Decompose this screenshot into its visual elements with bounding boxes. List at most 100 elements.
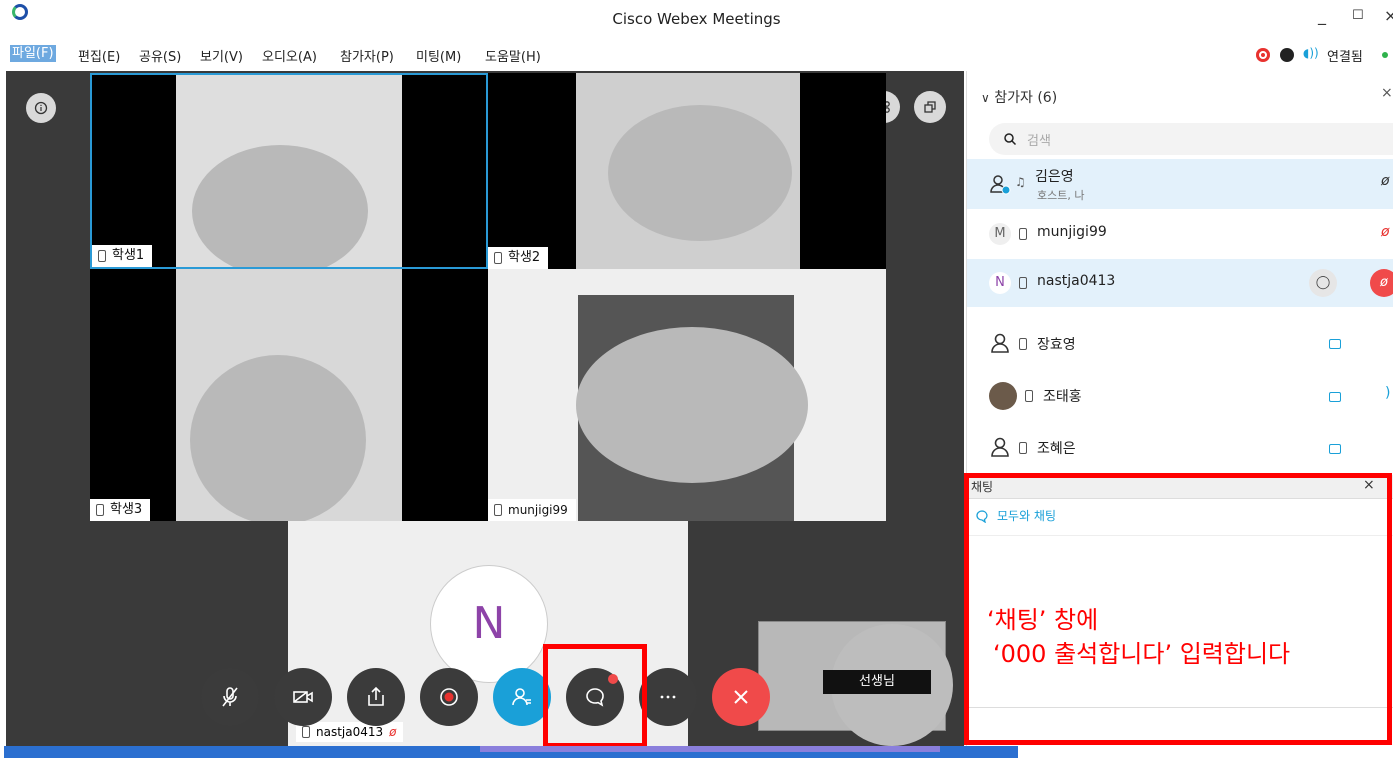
- leave-meeting-button[interactable]: [712, 668, 770, 726]
- mic-off-icon: [222, 687, 238, 707]
- phone-icon: [98, 250, 106, 262]
- participant-avatar: M: [989, 223, 1011, 245]
- camera-icon: [1329, 392, 1341, 402]
- participant-name: 학생1: [112, 248, 145, 263]
- video-button[interactable]: [274, 668, 332, 726]
- muted-mic-icon: ø: [389, 725, 397, 739]
- muted-mic-icon[interactable]: ø: [1370, 269, 1393, 297]
- participant-photo: [989, 382, 1017, 410]
- participants-header[interactable]: ∨ 참가자 (6): [981, 87, 1057, 107]
- record-icon: [440, 688, 458, 706]
- participants-count: 참가자 (6): [994, 90, 1058, 106]
- participants-icon: [512, 688, 531, 706]
- participant-row[interactable]: 조혜은: [967, 423, 1393, 473]
- video-tile-student3[interactable]: 학생3: [90, 269, 488, 521]
- phone-icon: [494, 504, 502, 516]
- taskbar-edge: [0, 746, 1393, 758]
- menu-help[interactable]: 도움말(H): [485, 46, 541, 65]
- menu-meeting[interactable]: 미팅(M): [416, 46, 461, 65]
- self-avatar: N: [430, 565, 548, 683]
- panel-close-icon[interactable]: ×: [1381, 85, 1393, 101]
- tile-label: munjigi99: [488, 499, 576, 521]
- connection-status: 연결됨: [1327, 50, 1363, 65]
- record-status-icon[interactable]: [1256, 48, 1270, 62]
- menu-edit[interactable]: 편집(E): [78, 46, 120, 65]
- camera-icon: [1329, 339, 1341, 349]
- tile-label: 학생2: [488, 247, 549, 269]
- video-tile-munjigi99[interactable]: munjigi99: [488, 269, 886, 521]
- face-blur: [576, 327, 808, 483]
- video-tile-student2[interactable]: 학생2: [488, 73, 886, 269]
- headset-icon: ♫: [1015, 175, 1026, 189]
- participant-name: 장효영: [1037, 337, 1076, 353]
- participant-row[interactable]: 조태홍 ): [967, 371, 1393, 421]
- search-icon: [1004, 133, 1017, 146]
- muted-mic-icon[interactable]: ø: [1381, 224, 1390, 240]
- participant-row[interactable]: N nastja0413 ◯ ø: [967, 259, 1393, 307]
- audio-connected-icon: ◖)): [1303, 46, 1319, 60]
- person-icon: [991, 333, 1009, 353]
- popout-view-icon[interactable]: [914, 91, 946, 123]
- phone-icon: [1025, 390, 1033, 402]
- info-icon[interactable]: [26, 93, 56, 123]
- participant-row[interactable]: ♫ 김은영 호스트, 나 ø: [967, 159, 1393, 209]
- phone-icon: [302, 726, 310, 738]
- share-button[interactable]: [347, 668, 405, 726]
- chat-button-highlight: [543, 644, 647, 748]
- menu-participants[interactable]: 참가자(P): [340, 46, 394, 65]
- connection-dot-icon: [1382, 52, 1388, 58]
- participant-row[interactable]: M munjigi99 ø: [967, 209, 1393, 259]
- phone-icon: [1019, 228, 1027, 240]
- mute-button[interactable]: [201, 668, 259, 726]
- more-icon: [660, 695, 676, 699]
- record-button[interactable]: [420, 668, 478, 726]
- search-box[interactable]: 검색: [989, 123, 1393, 155]
- audio-wave-icon: ): [1385, 385, 1391, 401]
- menu-view[interactable]: 보기(V): [200, 46, 243, 65]
- menu-audio[interactable]: 오디오(A): [262, 46, 317, 65]
- menu-bar: 파일(F) 편집(E) 공유(S) 보기(V) 오디오(A) 참가자(P) 미팅…: [0, 40, 1393, 68]
- title-bar: Cisco Webex Meetings _ ☐ ×: [0, 0, 1393, 40]
- search-input[interactable]: 검색: [1027, 130, 1051, 149]
- menu-file[interactable]: 파일(F): [10, 45, 56, 62]
- phone-icon: [1019, 442, 1027, 454]
- host-preview[interactable]: 선생님: [758, 621, 953, 746]
- participant-name: 김은영: [1035, 169, 1074, 185]
- window-title: Cisco Webex Meetings: [612, 10, 781, 28]
- maximize-button[interactable]: ☐: [1352, 8, 1364, 23]
- chevron-down-icon: ∨: [981, 91, 990, 105]
- participant-name: 조혜은: [1037, 441, 1076, 457]
- face-blur: [190, 355, 366, 521]
- share-icon: [368, 686, 384, 706]
- taskbar-highlight: [480, 746, 940, 752]
- lock-status-icon[interactable]: [1280, 48, 1294, 62]
- person-icon: [991, 437, 1009, 457]
- tile-label: 학생3: [90, 499, 151, 521]
- phone-icon: [96, 504, 104, 516]
- video-tile-student1[interactable]: 학생1: [90, 73, 488, 269]
- camera-icon: [1329, 444, 1341, 454]
- menu-share[interactable]: 공유(S): [139, 46, 181, 65]
- close-icon: [734, 690, 748, 704]
- participant-name: munjigi99: [508, 503, 568, 517]
- participant-name: 학생2: [508, 250, 541, 265]
- participant-row[interactable]: 장효영: [967, 319, 1393, 369]
- tile-label: nastja0413 ø: [296, 722, 403, 742]
- participant-role: 호스트, 나: [1037, 189, 1085, 202]
- participant-name: munjigi99: [1037, 224, 1107, 240]
- minimize-button[interactable]: _: [1318, 6, 1326, 25]
- webex-window: Cisco Webex Meetings _ ☐ × 파일(F) 편집(E) 공…: [0, 0, 1393, 758]
- face-blur: [192, 145, 368, 267]
- host-label: 선생님: [823, 670, 931, 694]
- phone-icon: [1019, 277, 1027, 289]
- more-button[interactable]: [639, 668, 697, 726]
- host-avatar-icon: [990, 175, 1011, 195]
- close-button[interactable]: ×: [1384, 6, 1393, 25]
- mic-icon[interactable]: ø: [1381, 173, 1390, 189]
- chat-bubble-icon[interactable]: ◯: [1309, 269, 1337, 297]
- participant-name: nastja0413: [1037, 273, 1116, 289]
- phone-icon: [494, 252, 502, 264]
- tile-label: 학생1: [92, 245, 153, 267]
- phone-icon: [1019, 338, 1027, 350]
- video-off-icon: [293, 691, 313, 703]
